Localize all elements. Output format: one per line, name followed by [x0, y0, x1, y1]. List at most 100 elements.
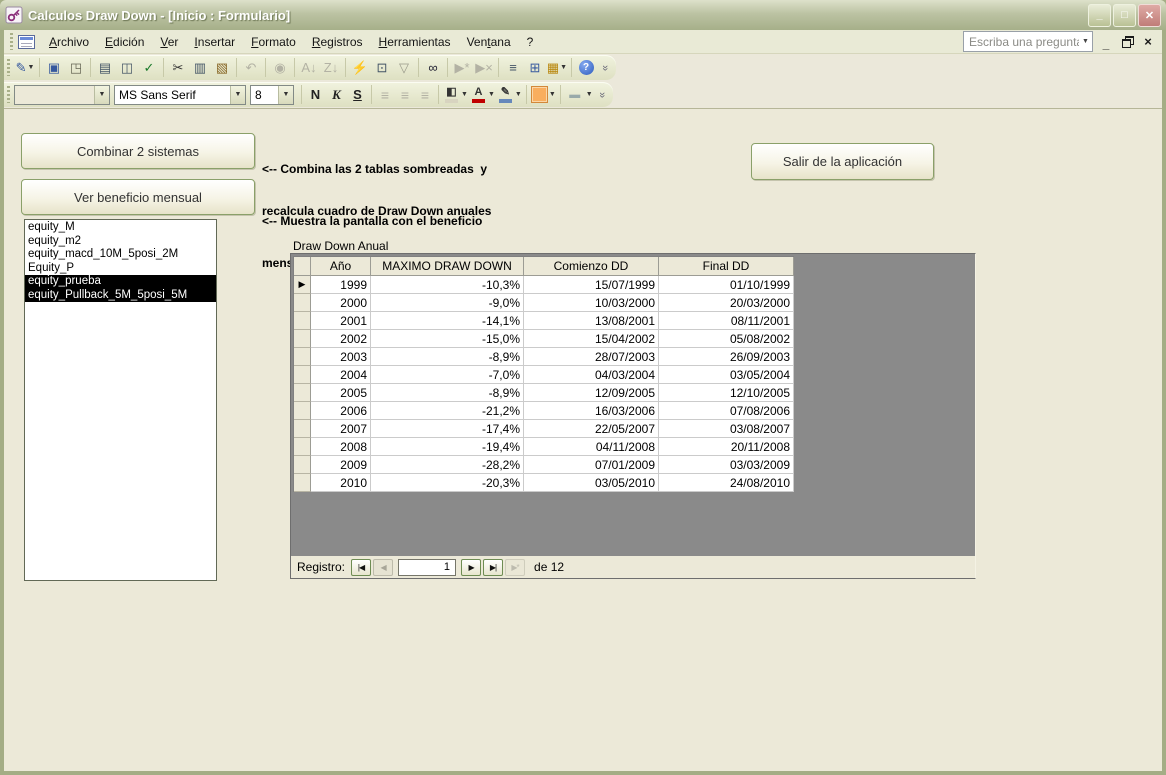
table-cell[interactable]: 1999 [311, 276, 371, 294]
list-item[interactable]: Equity_P [25, 262, 216, 276]
ask-question-box[interactable]: Escriba una pregunta ▼ [963, 31, 1093, 52]
new-object-button[interactable]: ▦▼ [546, 57, 568, 78]
chevron-down-icon[interactable]: ▼ [586, 91, 593, 98]
table-cell[interactable]: 07/08/2006 [659, 402, 794, 420]
table-cell[interactable]: -17,4% [371, 420, 524, 438]
record-selector[interactable] [294, 294, 311, 312]
find-button[interactable]: ∞ [422, 57, 444, 78]
list-item[interactable]: equity_M [25, 221, 216, 235]
properties-button[interactable]: ≡ [502, 57, 524, 78]
table-cell[interactable]: 12/09/2005 [524, 384, 659, 402]
table-cell[interactable]: -21,2% [371, 402, 524, 420]
record-selector[interactable] [294, 366, 311, 384]
chevron-down-icon[interactable]: ▼ [278, 86, 293, 104]
bold-button[interactable]: N [305, 85, 326, 105]
menu-insertar[interactable]: Insertar [186, 32, 243, 52]
print-preview-button[interactable]: ◫ [116, 57, 138, 78]
table-cell[interactable]: 01/10/1999 [659, 276, 794, 294]
chevron-down-icon[interactable]: ▼ [230, 86, 245, 104]
mdi-restore-icon[interactable] [1119, 34, 1135, 49]
table-cell[interactable]: 2006 [311, 402, 371, 420]
table-cell[interactable]: 28/07/2003 [524, 348, 659, 366]
line-width-button[interactable]: ▬ ▼ [565, 89, 593, 101]
table-cell[interactable]: 04/03/2004 [524, 366, 659, 384]
table-cell[interactable]: 2010 [311, 474, 371, 492]
column-header[interactable]: Comienzo DD [524, 257, 659, 276]
table-cell[interactable]: 2008 [311, 438, 371, 456]
table-cell[interactable]: -28,2% [371, 456, 524, 474]
table-cell[interactable]: 10/03/2000 [524, 294, 659, 312]
view-design-button[interactable]: ✎▼ [14, 57, 36, 78]
menu-edicion[interactable]: Edición [97, 32, 152, 52]
menu-help[interactable]: ? [519, 32, 542, 52]
table-cell[interactable]: -7,0% [371, 366, 524, 384]
table-cell[interactable]: -10,3% [371, 276, 524, 294]
row-selector-header[interactable] [294, 257, 311, 276]
exit-application-button[interactable]: Salir de la aplicación [751, 143, 934, 180]
first-record-button[interactable]: |◀ [351, 559, 371, 576]
list-item[interactable]: equity_prueba [25, 275, 216, 289]
table-cell[interactable]: 26/09/2003 [659, 348, 794, 366]
menu-ver[interactable]: Ver [152, 32, 186, 52]
record-selector[interactable] [294, 456, 311, 474]
save-button[interactable]: ▣ [43, 57, 65, 78]
table-cell[interactable]: 2005 [311, 384, 371, 402]
combine-systems-button[interactable]: Combinar 2 sistemas [21, 133, 255, 169]
mdi-minimize-icon[interactable]: _ [1098, 34, 1114, 49]
column-header[interactable]: MAXIMO DRAW DOWN [371, 257, 524, 276]
table-cell[interactable]: -15,0% [371, 330, 524, 348]
record-selector[interactable] [294, 438, 311, 456]
menu-drag-handle[interactable] [10, 33, 13, 50]
menu-archivo[interactable]: Archivo [41, 32, 97, 52]
chevron-down-icon[interactable]: ▼ [94, 86, 109, 104]
record-selector[interactable] [294, 348, 311, 366]
toolbar-options-icon[interactable]: » [596, 89, 608, 101]
table-cell[interactable]: 2004 [311, 366, 371, 384]
chevron-down-icon[interactable]: ▼ [1079, 38, 1092, 45]
apply-filter-button[interactable]: ▽ [393, 57, 415, 78]
object-combo[interactable]: ▼ [14, 85, 110, 105]
special-effect-button[interactable]: ▼ [531, 86, 556, 103]
table-cell[interactable]: 22/05/2007 [524, 420, 659, 438]
chevron-down-icon[interactable]: ▼ [488, 91, 495, 98]
record-selector[interactable] [294, 402, 311, 420]
table-cell[interactable]: -20,3% [371, 474, 524, 492]
table-cell[interactable]: -19,4% [371, 438, 524, 456]
fill-color-button[interactable]: ◧▼ [443, 85, 468, 104]
table-cell[interactable]: 2002 [311, 330, 371, 348]
filter-by-form-button[interactable]: ⊡ [371, 57, 393, 78]
italic-button[interactable]: K [326, 85, 347, 105]
table-cell[interactable]: 20/11/2008 [659, 438, 794, 456]
table-cell[interactable]: 03/03/2009 [659, 456, 794, 474]
column-header[interactable]: Año [311, 257, 371, 276]
record-selector[interactable] [294, 474, 311, 492]
column-header[interactable]: Final DD [659, 257, 794, 276]
record-selector[interactable] [294, 420, 311, 438]
table-cell[interactable]: 15/07/1999 [524, 276, 659, 294]
line-color-button[interactable]: ✎▼ [497, 85, 522, 104]
menu-registros[interactable]: Registros [304, 32, 371, 52]
help-button[interactable]: ? [575, 57, 597, 78]
form-window-icon[interactable] [18, 35, 35, 49]
chevron-down-icon[interactable]: ▼ [461, 91, 468, 98]
table-cell[interactable]: 16/03/2006 [524, 402, 659, 420]
table-cell[interactable]: 2001 [311, 312, 371, 330]
minimize-icon[interactable]: _ [1088, 4, 1111, 27]
table-cell[interactable]: -14,1% [371, 312, 524, 330]
paste-button[interactable]: ▧ [211, 57, 233, 78]
table-cell[interactable]: 12/10/2005 [659, 384, 794, 402]
next-record-button[interactable]: ▶ [461, 559, 481, 576]
last-record-button[interactable]: ▶| [483, 559, 503, 576]
table-cell[interactable]: 2009 [311, 456, 371, 474]
menu-ventana[interactable]: Ventana [459, 32, 519, 52]
table-cell[interactable]: 05/08/2002 [659, 330, 794, 348]
toolbar-drag-handle[interactable] [7, 59, 10, 76]
chevron-down-icon[interactable]: ▼ [549, 91, 556, 98]
toolbar-drag-handle[interactable] [7, 86, 10, 103]
underline-button[interactable]: S [347, 85, 368, 105]
equity-tables-listbox[interactable]: equity_Mequity_m2equity_macd_10M_5posi_2… [24, 219, 217, 581]
font-name-combo[interactable]: MS Sans Serif ▼ [114, 85, 246, 105]
list-item[interactable]: equity_macd_10M_5posi_2M [25, 248, 216, 262]
file-search-button[interactable]: ◳ [65, 57, 87, 78]
table-cell[interactable]: 07/01/2009 [524, 456, 659, 474]
